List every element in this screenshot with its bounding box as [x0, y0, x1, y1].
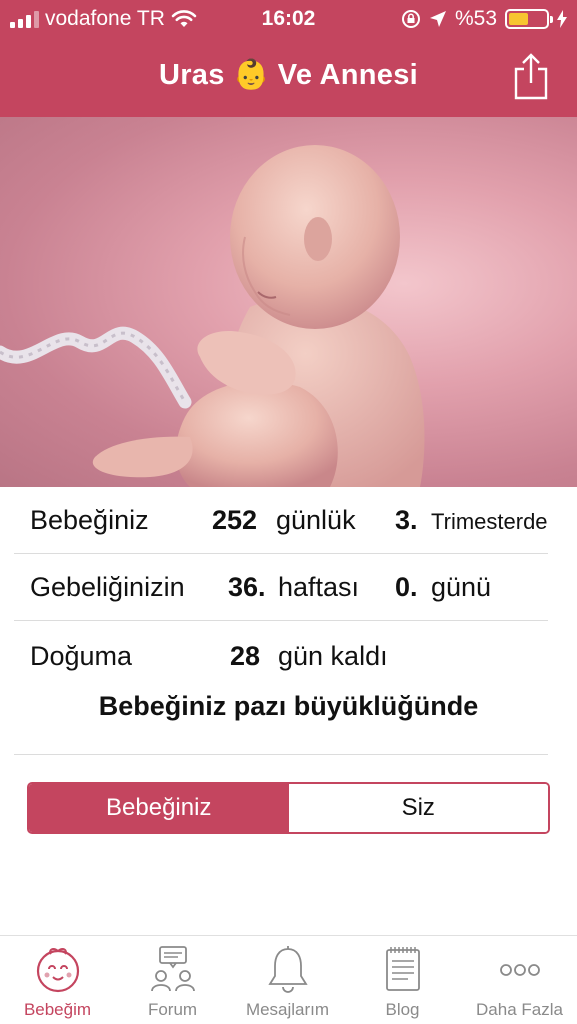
baby-face-icon	[36, 948, 79, 993]
status-bar: vodafone TR 16:02 %53	[0, 0, 577, 40]
days-count: 252	[212, 505, 258, 535]
battery-percent: %53	[454, 7, 497, 30]
fetus-illustration	[0, 145, 425, 487]
tab-forum[interactable]: Forum	[115, 936, 230, 1024]
notepad-icon	[385, 947, 420, 991]
info-row-week: Gebeliğinizin 36. haftası 0. günü	[0, 554, 577, 620]
rotation-lock-icon	[401, 10, 420, 28]
share-icon[interactable]	[513, 52, 549, 100]
tab-label: Mesajlarım	[245, 1000, 330, 1019]
info-row-due: Doğuma 28 gün kaldı	[0, 621, 577, 687]
week-number: 36.	[228, 572, 266, 602]
tab-label: Forum	[147, 1000, 198, 1019]
battery-level-fill	[509, 13, 529, 25]
forum-icon	[150, 946, 195, 992]
tab-mesajlarim[interactable]: Mesajlarım	[230, 936, 345, 1024]
page-title: Uras 👶 Ve Annesi	[158, 59, 419, 91]
baby-size-text: Bebeğiniz pazı büyüklüğünde	[98, 691, 479, 721]
tab-blog[interactable]: Blog	[345, 936, 460, 1024]
battery-icon	[505, 9, 553, 29]
day-number: 0.	[395, 572, 418, 602]
charging-bolt-icon	[557, 10, 567, 28]
segment-baby[interactable]: Bebeğiniz	[29, 784, 289, 832]
bell-icon	[267, 946, 308, 993]
trimester-number: 3.	[395, 505, 418, 535]
trimester-label: Trimesterde	[431, 509, 548, 534]
nav-bar: Uras 👶 Ve Annesi	[0, 40, 577, 117]
info-row-age: Bebeğiniz 252 günlük 3. Trimesterde	[0, 487, 577, 553]
day-unit: günü	[431, 572, 492, 602]
birth-label: Doğuma	[30, 641, 133, 671]
tab-label: Bebeğim	[23, 1000, 92, 1019]
baby-mother-segment: Bebeğiniz Siz	[27, 782, 550, 834]
pregnancy-label: Gebeliğinizin	[30, 572, 185, 602]
days-left-count: 28	[230, 641, 261, 671]
header: vodafone TR 16:02 %53 Uras 👶 Ve Annesi	[0, 0, 577, 117]
location-arrow-icon	[429, 11, 446, 27]
divider	[14, 754, 548, 755]
tab-daha-fazla[interactable]: Daha Fazla	[462, 936, 577, 1024]
segment-mother[interactable]: Siz	[288, 784, 548, 832]
days-left-unit: gün kaldı	[278, 641, 388, 671]
days-unit: günlük	[276, 505, 356, 535]
tab-label: Blog	[385, 1000, 420, 1019]
baby-development-image	[0, 117, 577, 487]
tab-bar: Bebeğim Forum Mesajlarım Blog Daha Fazla	[0, 935, 577, 1024]
status-right: %53	[401, 7, 567, 31]
baby-label: Bebeğiniz	[30, 505, 149, 535]
more-dots-icon	[499, 964, 540, 976]
week-unit: haftası	[278, 572, 360, 602]
tab-bebegim[interactable]: Bebeğim	[0, 936, 115, 1024]
tab-label: Daha Fazla	[476, 1000, 563, 1019]
